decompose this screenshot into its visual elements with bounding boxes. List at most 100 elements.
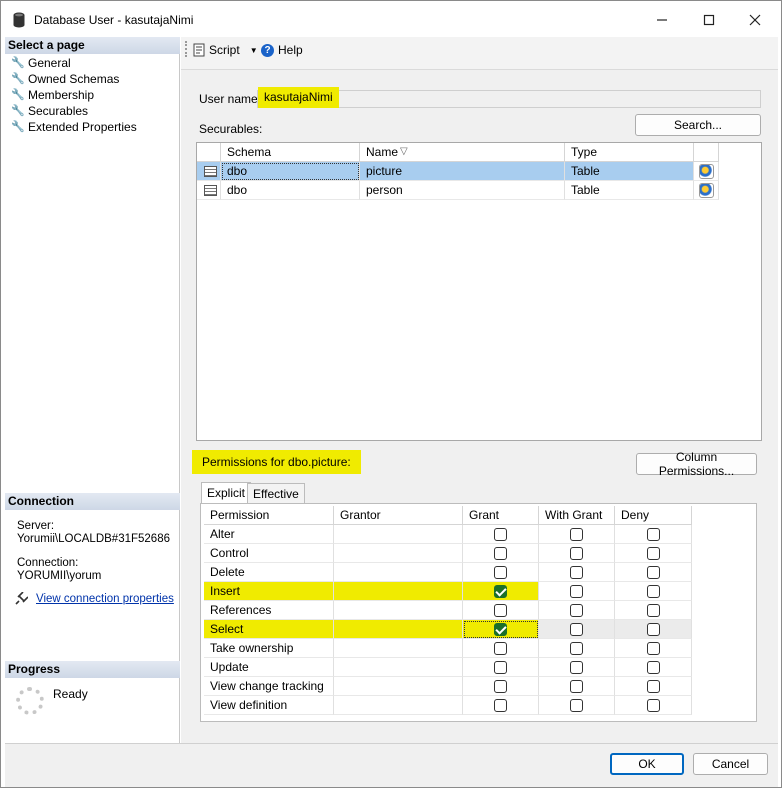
permission-grantor: [334, 525, 463, 544]
deny-checkbox[interactable]: [647, 680, 660, 693]
permission-grant-cell: [463, 639, 539, 658]
permissions-icon[interactable]: [699, 183, 714, 198]
database-icon: [13, 12, 25, 28]
permission-deny-cell: [615, 544, 692, 563]
with-grant-checkbox[interactable]: [570, 547, 583, 560]
deny-checkbox[interactable]: [647, 566, 660, 579]
permission-with-grant-cell: [539, 658, 615, 677]
permission-deny-cell: [615, 601, 692, 620]
permission-grantor: [334, 696, 463, 715]
page-item-owned-schemas[interactable]: 🔧 Owned Schemas: [11, 71, 119, 87]
with-grant-checkbox[interactable]: [570, 604, 583, 617]
grant-checkbox[interactable]: [494, 528, 507, 541]
permission-deny-cell: [615, 525, 692, 544]
grant-checkbox[interactable]: [494, 661, 507, 674]
script-button[interactable]: Script ▼: [193, 41, 258, 59]
column-header-permission[interactable]: Permission: [204, 506, 334, 525]
help-button[interactable]: ? Help: [261, 41, 303, 59]
permission-row[interactable]: Select: [204, 620, 692, 639]
grant-checkbox[interactable]: [494, 642, 507, 655]
permission-grant-cell: [463, 544, 539, 563]
username-value: kasutajaNimi: [258, 87, 339, 108]
permission-name: Delete: [204, 563, 334, 582]
column-header-grantor[interactable]: Grantor: [334, 506, 463, 525]
column-header-type[interactable]: Type: [565, 143, 694, 162]
permission-name: View definition: [204, 696, 334, 715]
with-grant-checkbox[interactable]: [570, 642, 583, 655]
permission-name: Select: [204, 620, 334, 639]
grant-checkbox[interactable]: [494, 680, 507, 693]
deny-checkbox[interactable]: [647, 661, 660, 674]
page-item-membership[interactable]: 🔧 Membership: [11, 87, 94, 103]
chevron-down-icon: ▼: [249, 45, 258, 55]
column-header-schema[interactable]: Schema: [221, 143, 360, 162]
cancel-button[interactable]: Cancel: [693, 753, 768, 775]
with-grant-checkbox[interactable]: [570, 528, 583, 541]
deny-checkbox[interactable]: [647, 604, 660, 617]
permission-grant-cell: [463, 563, 539, 582]
permission-row[interactable]: Take ownership: [204, 639, 692, 658]
column-header-deny[interactable]: Deny: [615, 506, 692, 525]
permissions-icon[interactable]: [699, 164, 714, 179]
page-item-general[interactable]: 🔧 General: [11, 55, 71, 71]
permission-row[interactable]: View definition: [204, 696, 692, 715]
search-button[interactable]: Search...: [635, 114, 761, 136]
grant-checkbox[interactable]: [494, 604, 507, 617]
deny-checkbox[interactable]: [647, 642, 660, 655]
permission-row[interactable]: Delete: [204, 563, 692, 582]
grant-checkbox[interactable]: [494, 585, 507, 598]
help-icon: ?: [261, 43, 274, 57]
close-icon: [749, 14, 761, 26]
permission-row[interactable]: Alter: [204, 525, 692, 544]
deny-checkbox[interactable]: [647, 623, 660, 636]
database-user-dialog: Database User - kasutajaNimi Select a pa…: [0, 0, 782, 788]
permission-row[interactable]: View change tracking: [204, 677, 692, 696]
with-grant-checkbox[interactable]: [570, 680, 583, 693]
connection-label: Connection:: [17, 557, 79, 569]
toolbar-grip: [185, 41, 187, 57]
view-connection-properties-link[interactable]: View connection properties: [36, 592, 174, 606]
tab-explicit[interactable]: Explicit: [201, 482, 252, 504]
ok-button[interactable]: OK: [610, 753, 684, 775]
permission-grant-cell: [463, 525, 539, 544]
close-button[interactable]: [732, 7, 778, 33]
with-grant-checkbox[interactable]: [570, 661, 583, 674]
with-grant-checkbox[interactable]: [570, 623, 583, 636]
deny-checkbox[interactable]: [647, 528, 660, 541]
column-header-name[interactable]: Name ▽: [360, 143, 565, 162]
column-header-with-grant[interactable]: With Grant: [539, 506, 615, 525]
permission-with-grant-cell: [539, 677, 615, 696]
page-item-extended-properties[interactable]: 🔧 Extended Properties: [11, 119, 137, 135]
select-page-header: Select a page: [5, 37, 180, 54]
view-connection-row: View connection properties: [14, 592, 174, 606]
permission-name: Control: [204, 544, 334, 563]
deny-checkbox[interactable]: [647, 547, 660, 560]
column-header-grant[interactable]: Grant: [463, 506, 539, 525]
tab-effective[interactable]: Effective: [247, 483, 305, 503]
with-grant-checkbox[interactable]: [570, 566, 583, 579]
table-row[interactable]: dbo person Table: [197, 181, 719, 200]
permission-with-grant-cell: [539, 620, 615, 639]
permission-row[interactable]: Control: [204, 544, 692, 563]
table-row[interactable]: dbo picture Table: [197, 162, 719, 181]
cell-type: Table: [565, 162, 694, 181]
permission-row[interactable]: Update: [204, 658, 692, 677]
with-grant-checkbox[interactable]: [570, 699, 583, 712]
permission-grantor: [334, 544, 463, 563]
deny-checkbox[interactable]: [647, 585, 660, 598]
column-permissions-button[interactable]: Column Permissions...: [636, 450, 757, 478]
permission-row[interactable]: References: [204, 601, 692, 620]
grant-checkbox[interactable]: [494, 547, 507, 560]
permission-row[interactable]: Insert: [204, 582, 692, 601]
grant-checkbox[interactable]: [494, 699, 507, 712]
with-grant-checkbox[interactable]: [570, 585, 583, 598]
permission-grant-cell: [463, 658, 539, 677]
wrench-icon: 🔧: [11, 121, 25, 133]
minimize-button[interactable]: [639, 7, 685, 33]
page-item-securables[interactable]: 🔧 Securables: [11, 103, 88, 119]
permission-with-grant-cell: [539, 696, 615, 715]
deny-checkbox[interactable]: [647, 699, 660, 712]
maximize-button[interactable]: [686, 7, 732, 33]
grant-checkbox[interactable]: [494, 566, 507, 579]
grant-checkbox[interactable]: [494, 623, 507, 636]
